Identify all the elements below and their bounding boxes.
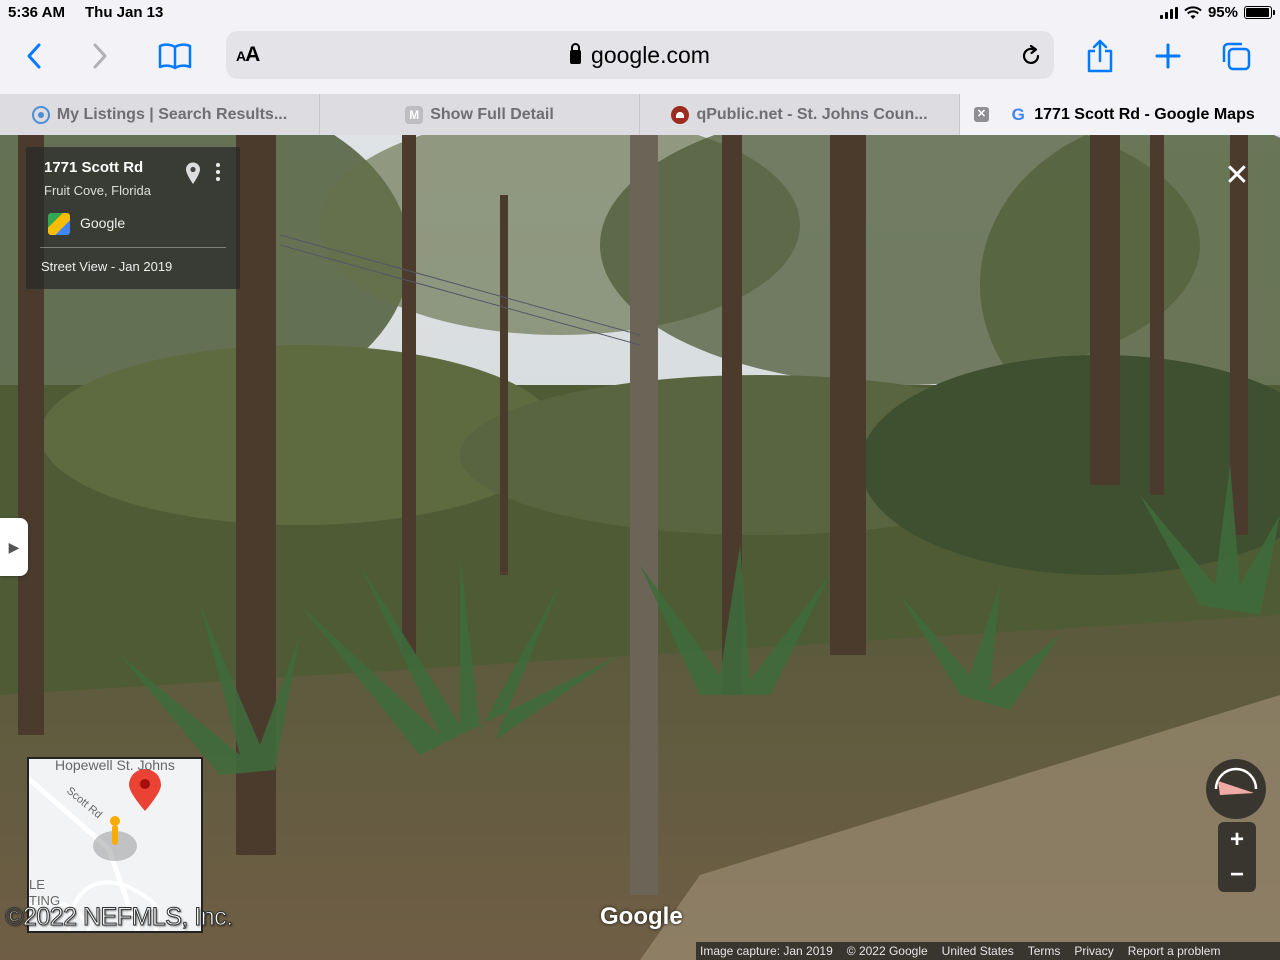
qpublic-favicon <box>671 105 690 124</box>
wifi-icon <box>1184 5 1202 19</box>
new-tab-button[interactable] <box>1148 36 1188 76</box>
capture-date-label[interactable]: Street View - Jan 2019 <box>41 259 172 274</box>
image-capture-text: Image capture: Jan 2019 <box>700 944 833 958</box>
street-view-panorama[interactable]: 1771 Scott Rd Fruit Cove, Florida Google… <box>0 135 1280 960</box>
location-info-card: 1771 Scott Rd Fruit Cove, Florida Google… <box>26 147 240 289</box>
back-button[interactable] <box>14 36 54 76</box>
more-options-icon[interactable] <box>214 161 222 183</box>
zoom-controls: + − <box>1218 822 1256 892</box>
tab-label: Show Full Detail <box>430 105 554 123</box>
tabs-overview-button[interactable] <box>1216 36 1256 76</box>
tab-google-maps[interactable]: ✕ G 1771 Scott Rd - Google Maps <box>960 94 1280 135</box>
source-name: Google <box>80 215 126 231</box>
forward-button[interactable] <box>80 36 120 76</box>
google-favicon: G <box>1011 104 1025 124</box>
status-time: 5:36 AM <box>8 4 65 21</box>
report-problem-link[interactable]: Report a problem <box>1124 944 1231 958</box>
listings-favicon <box>31 105 50 124</box>
status-bar: 5:36 AM Thu Jan 13 95% <box>0 0 1280 26</box>
back-icon <box>27 43 41 69</box>
status-date: Thu Jan 13 <box>85 4 164 21</box>
close-street-view-icon[interactable]: ✕ <box>1222 161 1252 191</box>
address-bar[interactable]: AA google.com <box>226 31 1054 79</box>
reload-icon[interactable] <box>1018 43 1044 69</box>
compass-control[interactable] <box>1206 759 1266 819</box>
minimap-edge-label: LE <box>29 877 45 892</box>
close-tab-icon[interactable]: ✕ <box>974 107 989 122</box>
compass-icon <box>1214 767 1258 795</box>
new-tab-icon <box>1155 43 1181 69</box>
share-icon <box>1087 39 1113 73</box>
chevron-right-icon: ▶ <box>8 538 20 555</box>
status-right: 95% <box>1159 4 1275 21</box>
zoom-out-button[interactable]: − <box>1218 857 1256 892</box>
zoom-in-button[interactable]: + <box>1218 822 1256 857</box>
share-button[interactable] <box>1080 36 1120 76</box>
tabs-icon <box>1222 42 1251 71</box>
tab-qpublic[interactable]: qPublic.net - St. Johns Coun... <box>640 94 960 135</box>
battery-icon <box>1244 6 1275 19</box>
tab-show-full-detail[interactable]: M Show Full Detail <box>320 94 640 135</box>
google-watermark: Google <box>600 903 683 930</box>
tab-label: qPublic.net - St. Johns Coun... <box>696 105 928 123</box>
address-title: 1771 Scott Rd <box>44 159 144 176</box>
divider <box>40 247 226 248</box>
tab-label: 1771 Scott Rd - Google Maps <box>1034 105 1255 123</box>
url-host: google.com <box>591 42 710 68</box>
minimap-area-label: Hopewell St. Johns <box>55 757 175 773</box>
url-display[interactable]: google.com <box>226 42 1054 69</box>
tab-my-listings[interactable]: My Listings | Search Results... <box>0 94 320 135</box>
bookmarks-button[interactable] <box>155 36 195 76</box>
tab-label: My Listings | Search Results... <box>56 105 288 123</box>
m-favicon: M <box>405 105 424 124</box>
copyright-text: © 2022 Google <box>846 944 928 958</box>
map-footer: Image capture: Jan 2019 © 2022 Google Un… <box>696 942 1280 960</box>
battery-percent: 95% <box>1207 4 1238 21</box>
mls-watermark: ©2022 NEFMLS, Inc. <box>5 903 234 932</box>
expand-panel-handle[interactable]: ▶ <box>0 518 28 576</box>
google-maps-logo-icon <box>48 213 70 235</box>
browser-toolbar: AA google.com <box>0 26 1280 94</box>
lock-icon <box>570 43 582 64</box>
terms-link[interactable]: Terms <box>1024 944 1071 958</box>
country-link[interactable]: United States <box>938 944 1024 958</box>
map-pin-icon[interactable] <box>184 161 202 185</box>
bookmarks-icon <box>158 43 192 70</box>
tab-bar: My Listings | Search Results... M Show F… <box>0 94 1280 135</box>
cellular-signal-icon <box>1159 6 1178 19</box>
forward-icon <box>93 43 107 69</box>
locality-text: Fruit Cove, Florida <box>44 183 151 198</box>
privacy-link[interactable]: Privacy <box>1070 944 1123 958</box>
